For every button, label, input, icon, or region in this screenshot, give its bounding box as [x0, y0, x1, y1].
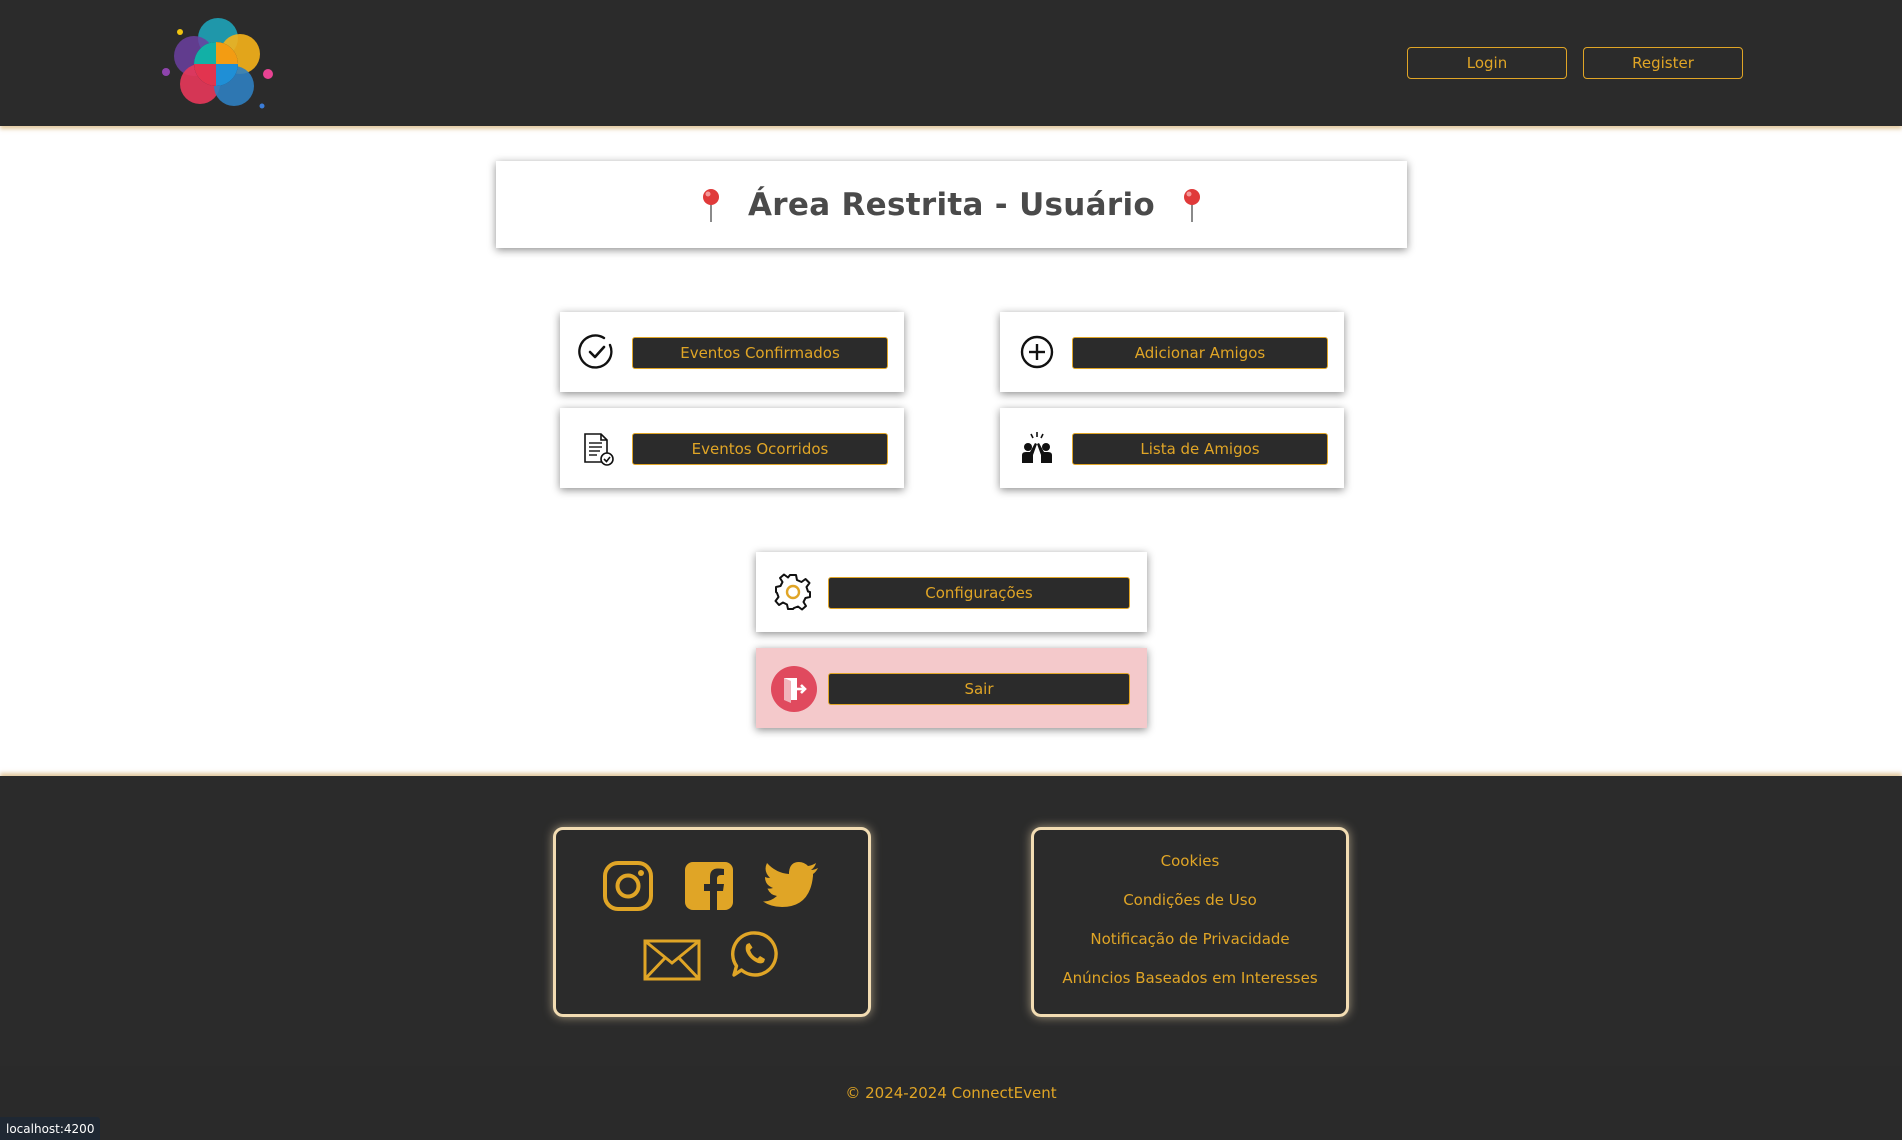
legal-links-box: Cookies Condições de Uso Notificação de …: [1031, 827, 1349, 1017]
confirmed-events-button[interactable]: Eventos Confirmados: [632, 337, 888, 369]
add-friends-card: Adicionar Amigos: [1000, 312, 1344, 392]
logout-button[interactable]: Sair: [828, 673, 1130, 705]
friends-list-button[interactable]: Lista de Amigos: [1072, 433, 1328, 465]
settings-card: Configurações: [756, 552, 1147, 632]
register-button[interactable]: Register: [1583, 47, 1743, 79]
footer-link-ads[interactable]: Anúncios Baseados em Interesses: [1062, 968, 1317, 989]
site-header: Login Register: [0, 0, 1902, 126]
copyright-text: © 2024-2024 ConnectEvent: [845, 1084, 1057, 1102]
login-button[interactable]: Login: [1407, 47, 1567, 79]
past-events-card: Eventos Ocorridos: [560, 408, 904, 488]
friends-list-card: Lista de Amigos: [1000, 408, 1344, 488]
pin-icon: [702, 188, 719, 222]
facebook-icon[interactable]: [683, 860, 735, 912]
exit-door-icon: [771, 666, 817, 712]
footer-link-privacy[interactable]: Notificação de Privacidade: [1090, 929, 1289, 950]
footer-link-cookies[interactable]: Cookies: [1161, 851, 1220, 872]
browser-status-url: localhost:4200: [0, 1117, 101, 1140]
twitter-icon[interactable]: [762, 860, 820, 912]
check-circle-icon: [578, 334, 613, 369]
confirmed-events-card: Eventos Confirmados: [560, 312, 904, 392]
pin-icon: [1184, 188, 1200, 222]
add-friends-button[interactable]: Adicionar Amigos: [1072, 337, 1328, 369]
instagram-icon[interactable]: [602, 860, 654, 912]
mail-icon[interactable]: [643, 938, 701, 982]
footer-link-terms[interactable]: Condições de Uso: [1123, 890, 1257, 911]
gear-icon: [774, 573, 811, 611]
logout-card: Sair: [756, 648, 1147, 728]
settings-button[interactable]: Configurações: [828, 577, 1130, 609]
page-title: Área Restrita - Usuário: [747, 186, 1155, 223]
past-events-button[interactable]: Eventos Ocorridos: [632, 433, 888, 465]
site-footer: Cookies Condições de Uso Notificação de …: [0, 776, 1902, 1066]
page-title-card: Área Restrita - Usuário: [496, 161, 1407, 248]
copyright-bar: © 2024-2024 ConnectEvent: [0, 1066, 1902, 1140]
whatsapp-icon[interactable]: [731, 930, 779, 978]
social-links-box: [553, 827, 871, 1017]
connectevent-logo[interactable]: [158, 14, 276, 114]
plus-circle-icon: [1020, 335, 1054, 369]
friends-high-five-icon: [1022, 432, 1052, 463]
document-check-icon: [584, 433, 614, 466]
